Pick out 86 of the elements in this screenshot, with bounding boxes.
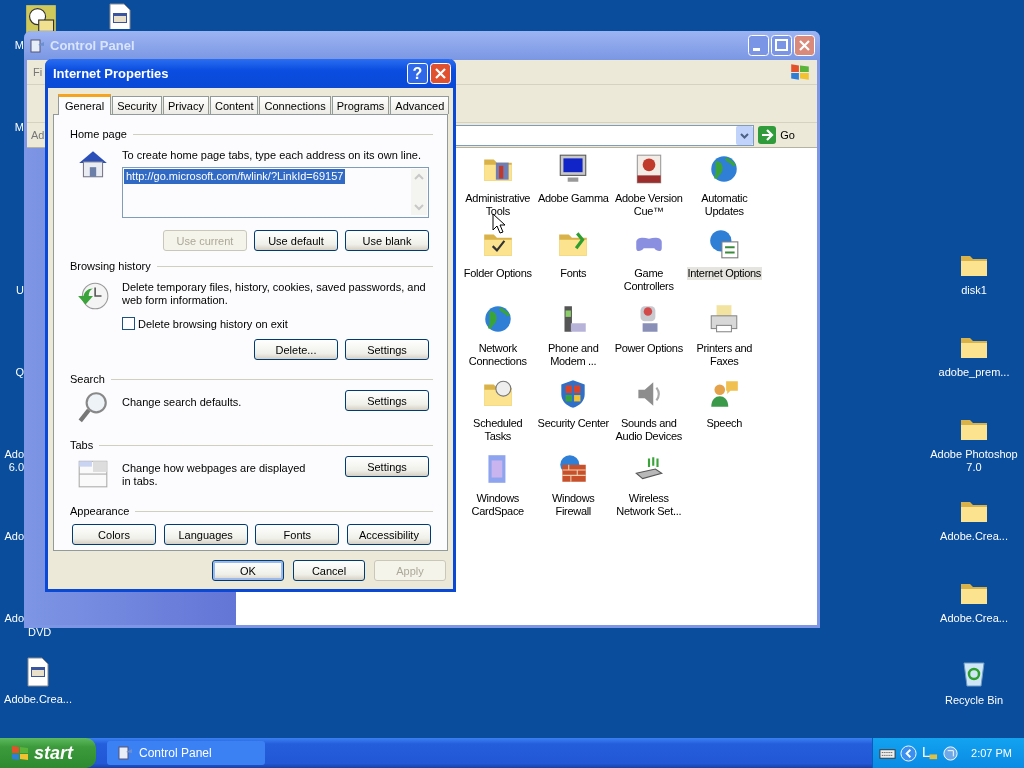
control-panel-item[interactable]: Game Controllers <box>611 267 687 293</box>
clock: 2:07 PM <box>971 747 1012 759</box>
control-panel-item[interactable]: Sounds and Audio Devices <box>611 417 687 443</box>
control-panel-item[interactable]: Automatic Updates <box>686 192 762 218</box>
dialog-button[interactable]: Settings <box>345 390 429 411</box>
desktop-icon-label: Ado <box>3 448 24 460</box>
window-title: Control Panel <box>50 38 136 53</box>
desktop-icon-label: M <box>13 39 24 51</box>
desktop-icon-label: Ado <box>3 530 24 542</box>
control-panel-item[interactable]: Wireless Network Set... <box>611 492 687 518</box>
dialog-button[interactable]: Fonts <box>255 524 340 545</box>
close-button[interactable] <box>430 63 451 84</box>
section-heading: Home page <box>70 128 127 140</box>
desktop-icon-label: DVD <box>28 626 50 638</box>
dialog-button[interactable]: Delete... <box>254 339 338 360</box>
control-panel-item[interactable]: Adobe Version Cue™ <box>611 192 687 218</box>
desktop-icon-label: 6.0 <box>7 461 24 473</box>
control-panel-icon <box>29 37 45 54</box>
tab[interactable]: Privacy <box>162 96 209 114</box>
instruction-text: To create home page tabs, type each address on its own line. <box>122 148 422 162</box>
control-panel-item[interactable]: Fonts <box>559 267 588 280</box>
windows-logo-icon <box>10 743 30 763</box>
control-panel-item[interactable]: Power Options <box>613 342 684 355</box>
control-panel-item[interactable]: Phone and Modem ... <box>535 342 611 368</box>
start-button[interactable]: start <box>0 738 96 768</box>
control-panel-item[interactable]: Internet Options <box>686 267 762 280</box>
scrollbar[interactable] <box>411 169 427 215</box>
control-panel-item[interactable]: Network Connections <box>460 342 536 368</box>
dialog-button[interactable]: Settings <box>345 339 429 360</box>
control-panel-item[interactable]: Speech <box>705 417 743 430</box>
windows-logo-icon <box>789 61 811 83</box>
desktop-icon-label: Q <box>14 366 24 378</box>
dialog-button[interactable]: Cancel <box>293 560 365 581</box>
home-page-field[interactable]: http://go.microsoft.com/fwlink/?LinkId=69157 <box>122 167 429 218</box>
chevron-icon[interactable] <box>900 744 918 762</box>
section-heading: Search <box>70 373 105 385</box>
tab[interactable]: Connections <box>259 96 331 114</box>
tab[interactable]: General <box>58 94 112 115</box>
tab[interactable]: Security <box>112 96 162 114</box>
dialog-title: Internet Properties <box>52 66 170 81</box>
dialog-button[interactable]: OK <box>212 560 284 581</box>
description-text: Change search defaults. <box>122 395 243 409</box>
cursor-icon <box>492 213 505 234</box>
control-panel-icon <box>117 745 133 761</box>
desktop-icon-label[interactable]: Adobe.Crea... <box>0 693 84 706</box>
tab[interactable]: Programs <box>331 96 390 114</box>
desktop-icon-label[interactable]: Adobe.Crea... <box>928 530 1020 543</box>
taskbar-button[interactable]: Control Panel <box>107 741 265 765</box>
control-panel-item[interactable]: Security Center <box>536 417 610 430</box>
desktop-icon-label: M <box>13 121 24 133</box>
desktop-icon-label: U <box>15 284 24 296</box>
go-button[interactable]: Go <box>758 126 813 144</box>
description-text: Change how webpages are displayed in tabs. <box>122 461 307 488</box>
description-text: Delete temporary files, history, cookies, saved passwords, and web form information. <box>122 280 427 307</box>
dialog-button[interactable]: Settings <box>345 456 429 477</box>
desktop-icon-label[interactable]: Adobe Photoshop 7.0 <box>928 448 1020 474</box>
desktop-icon-label[interactable]: adobe_prem... <box>928 366 1020 379</box>
control-panel-item[interactable]: Printers and Faxes <box>686 342 762 368</box>
delete-on-exit-checkbox[interactable]: Delete browsing history on exit <box>122 317 429 330</box>
control-panel-item[interactable]: Administrative Tools <box>460 192 536 218</box>
globe-icon[interactable] <box>942 744 960 762</box>
desktop-icon-label: Ado <box>3 612 24 624</box>
section-heading: Browsing history <box>70 260 151 272</box>
section-heading: Tabs <box>70 439 94 451</box>
control-panel-item[interactable]: Windows CardSpace <box>460 492 536 518</box>
menu-item[interactable]: Fi <box>27 66 43 78</box>
desktop-icon-label[interactable]: Adobe.Crea... <box>928 612 1020 625</box>
dialog-button[interactable]: Use default <box>254 230 338 251</box>
desktop-icon-label[interactable]: disk1 <box>928 284 1020 297</box>
dropdown-icon[interactable] <box>736 125 754 145</box>
help-button[interactable]: ? <box>407 63 428 84</box>
tab[interactable]: Content <box>209 96 259 114</box>
dialog-button[interactable]: Accessibility <box>346 524 431 545</box>
control-panel-item[interactable]: Folder Options <box>462 267 533 280</box>
address-label: Ad <box>31 129 46 141</box>
control-panel-item[interactable]: Scheduled Tasks <box>460 417 536 443</box>
control-panel-item[interactable]: Adobe Gamma <box>536 192 610 205</box>
desktop-icon-label[interactable]: Recycle Bin <box>928 694 1020 707</box>
arrow-icon <box>758 126 777 144</box>
magnifier-icon <box>76 390 110 424</box>
dialog-button[interactable]: Colors <box>72 524 156 545</box>
dialog-button[interactable]: Languages <box>163 524 248 545</box>
tab[interactable]: Advanced <box>390 96 450 114</box>
control-panel-item[interactable]: Windows Firewall <box>535 492 611 518</box>
dialog-button[interactable]: Use blank <box>345 230 429 251</box>
section-heading: Appearance <box>70 505 130 517</box>
